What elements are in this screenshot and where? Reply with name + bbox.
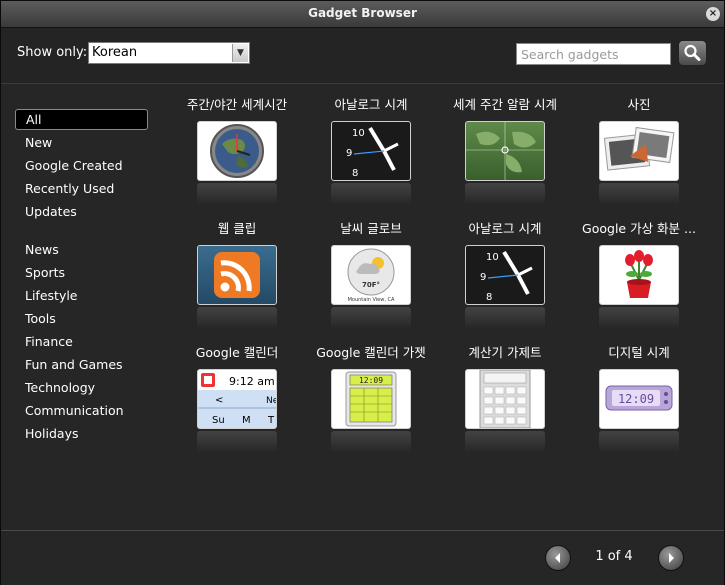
sidebar-item-technology[interactable]: Technology: [15, 378, 148, 399]
sidebar-item-tools[interactable]: Tools: [15, 309, 148, 330]
clock-numeral-9: 9: [480, 272, 486, 283]
chevron-left-icon: [555, 553, 560, 563]
calendar-icon: 9:12 am < Ne Su M T: [197, 369, 277, 429]
clock-numeral-8: 8: [486, 292, 492, 303]
pagination-bar: 1 of 4: [1, 530, 724, 585]
gadget-title: 아날로그 시계: [334, 97, 408, 112]
calendar-day-t: T: [267, 415, 275, 426]
gadget-title: Google 캘린더 가젯: [316, 345, 426, 360]
gadget-title: 아날로그 시계: [468, 221, 542, 236]
analog-clock-icon: 10 9 8: [331, 121, 411, 181]
thumbnail-reflection: [197, 183, 277, 205]
previous-page-button[interactable]: [545, 545, 571, 571]
gadget-title: Google 캘린더: [195, 345, 279, 360]
sidebar-item-google-created[interactable]: Google Created: [15, 156, 148, 177]
show-only-label: Show only:: [17, 45, 88, 60]
photos-icon: [599, 121, 679, 181]
sidebar-item-updates[interactable]: Updates: [15, 202, 148, 223]
thumbnail-reflection: [465, 183, 545, 205]
thumbnail-reflection: [197, 431, 277, 453]
world-clock-icon: [197, 121, 277, 181]
gadget-title: 웹 클립: [217, 221, 257, 236]
search-button[interactable]: [678, 40, 707, 66]
sidebar-item-recently-used[interactable]: Recently Used: [15, 179, 148, 200]
thumbnail-reflection: [599, 307, 679, 329]
chevron-right-icon: [669, 553, 674, 563]
gadget-tile[interactable]: 사진: [572, 84, 706, 205]
flower-pot-icon: [599, 245, 679, 305]
thumbnail-reflection: [465, 431, 545, 453]
calendar-gadget-icon: 12:09: [331, 369, 411, 429]
sidebar-item-holidays[interactable]: Holidays: [15, 424, 148, 445]
calendar-prev: <: [215, 395, 223, 406]
gadget-tile[interactable]: 주간/야간 세계시간: [170, 84, 304, 205]
calendar-day-su: Su: [212, 415, 225, 426]
calendar-gadget-time: 12:09: [359, 376, 383, 385]
sidebar-item-news[interactable]: News: [15, 240, 148, 261]
language-select[interactable]: Korean ▼: [88, 42, 250, 64]
close-button[interactable]: ×: [706, 7, 720, 21]
rss-icon: [197, 245, 277, 305]
world-alarm-clock-icon: [465, 121, 545, 181]
calculator-icon: [465, 369, 545, 429]
search-input[interactable]: [516, 43, 671, 65]
gadget-tile[interactable]: 아날로그 시계 10 9 8: [438, 208, 572, 329]
close-icon: ×: [708, 8, 718, 19]
search-icon: [684, 44, 701, 61]
gadget-tile[interactable]: 계산기 가제트: [438, 332, 572, 453]
page-indicator: 1 of 4: [595, 549, 633, 564]
gadget-tile[interactable]: 웹 클립: [170, 208, 304, 329]
sidebar-item-fun-and-games[interactable]: Fun and Games: [15, 355, 148, 376]
gadget-title: 세계 주간 알람 시계: [453, 97, 557, 112]
sidebar-item-sports[interactable]: Sports: [15, 263, 148, 284]
filter-bar: Show only: Korean ▼: [1, 28, 724, 84]
language-select-value: Korean: [92, 45, 138, 60]
category-sidebar: All New Google Created Recently Used Upd…: [1, 84, 161, 529]
digital-clock-icon: 12:09: [599, 369, 679, 429]
analog-clock-icon: 10 9 8: [465, 245, 545, 305]
next-page-button[interactable]: [658, 545, 684, 571]
calendar-time: 9:12 am: [229, 375, 275, 388]
clock-numeral-10: 10: [352, 128, 365, 139]
calendar-day-m: M: [242, 415, 251, 426]
gadget-tile[interactable]: 아날로그 시계 10 9 8: [304, 84, 438, 205]
sidebar-item-finance[interactable]: Finance: [15, 332, 148, 353]
calendar-next: Ne: [266, 396, 276, 406]
title-bar: Gadget Browser ×: [1, 1, 724, 28]
thumbnail-reflection: [599, 431, 679, 453]
sidebar-item-new[interactable]: New: [15, 133, 148, 154]
weather-location: Mountain View, CA: [348, 297, 395, 303]
gadget-tile[interactable]: Google 캘린더 9:12 am < Ne Su M T: [170, 332, 304, 453]
chevron-down-icon[interactable]: ▼: [232, 44, 248, 62]
weather-globe-icon: 70F° Mountain View, CA: [331, 245, 411, 305]
thumbnail-reflection: [465, 307, 545, 329]
gadget-tile[interactable]: Google 캘린더 가젯 12:09: [304, 332, 438, 453]
gadget-title: 사진: [627, 97, 651, 112]
clock-numeral-10: 10: [486, 252, 499, 263]
clock-numeral-9: 9: [346, 148, 352, 159]
gadget-tile[interactable]: 세계 주간 알람 시계: [438, 84, 572, 205]
gadget-title: Google 가상 화분 ...: [582, 221, 696, 236]
sidebar-item-all[interactable]: All: [15, 109, 148, 130]
sidebar-item-communication[interactable]: Communication: [15, 401, 148, 422]
digital-clock-time: 12:09: [618, 392, 654, 406]
thumbnail-reflection: [599, 183, 679, 205]
thumbnail-reflection: [331, 307, 411, 329]
gadget-title: 주간/야간 세계시간: [186, 97, 288, 112]
window-title: Gadget Browser: [308, 6, 417, 20]
gadget-tile[interactable]: Google 가상 화분 ...: [572, 208, 706, 329]
gadget-grid: 주간/야간 세계시간 아날로그 시계 10 9 8 세계 주간 알람 시계 사진…: [161, 84, 724, 529]
thumbnail-reflection: [331, 183, 411, 205]
thumbnail-reflection: [197, 307, 277, 329]
weather-temperature: 70F°: [362, 281, 380, 289]
gadget-title: 계산기 가제트: [468, 345, 542, 360]
gadget-tile[interactable]: 디지털 시계 12:09: [572, 332, 706, 453]
gadget-browser-window: Gadget Browser × Show only: Korean ▼ All…: [0, 0, 725, 585]
gadget-title: 디지털 시계: [608, 345, 670, 360]
thumbnail-reflection: [331, 431, 411, 453]
sidebar-item-lifestyle[interactable]: Lifestyle: [15, 286, 148, 307]
clock-numeral-8: 8: [352, 168, 358, 179]
gadget-title: 날씨 글로브: [340, 221, 402, 236]
gadget-tile[interactable]: 날씨 글로브 70F° Mountain View, CA: [304, 208, 438, 329]
